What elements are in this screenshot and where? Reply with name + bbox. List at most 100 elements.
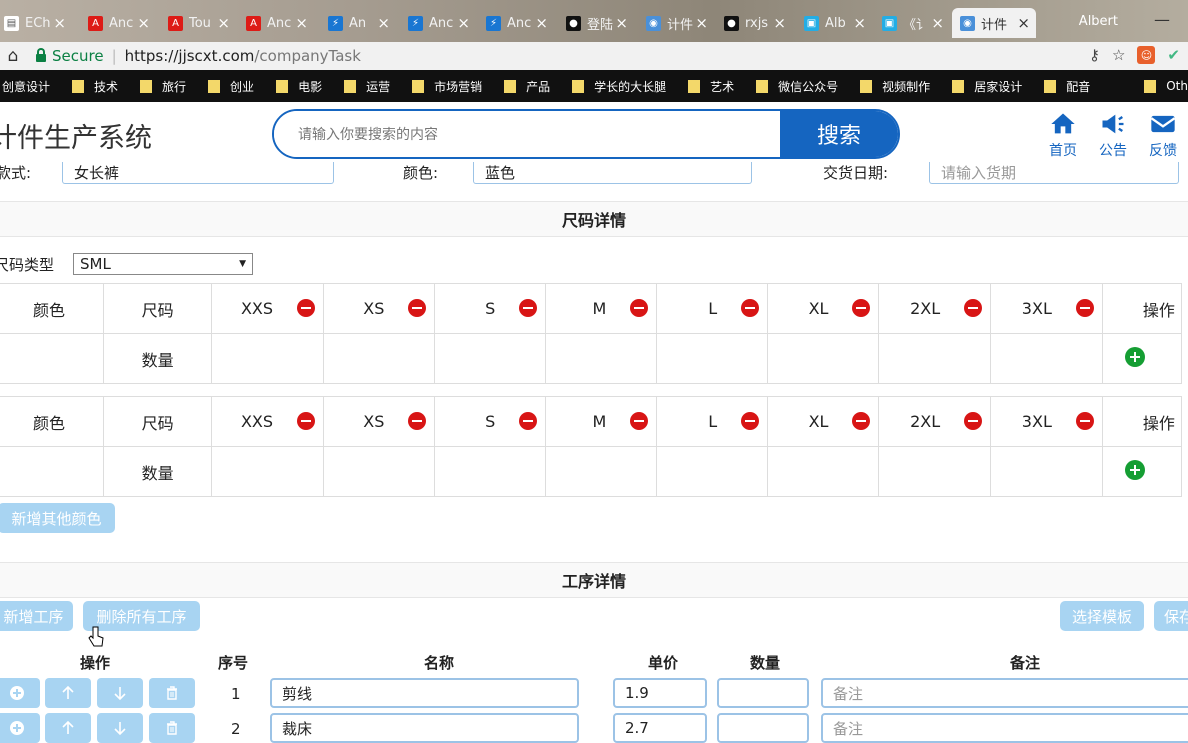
tab-close-icon[interactable]: × — [137, 14, 150, 32]
bookmark-folder[interactable]: 创意设计 — [2, 78, 50, 95]
insert-process-button[interactable] — [0, 678, 40, 708]
nav-announcement[interactable]: 公告 — [1088, 110, 1138, 160]
remove-size-icon[interactable] — [630, 412, 649, 430]
add-color-button[interactable]: 新增其他颜色 — [0, 503, 115, 533]
bookmark-folder[interactable]: 市场营销 — [412, 78, 482, 95]
bookmark-folder[interactable]: 居家设计 — [952, 78, 1022, 95]
qty-input-cell-2xl[interactable] — [878, 446, 992, 497]
bookmark-folder[interactable]: 创业 — [208, 78, 254, 95]
qty-input-cell-3xl[interactable] — [990, 446, 1103, 497]
bookmark-folder[interactable]: 运营 — [344, 78, 390, 95]
omnibox[interactable]: Secure | https://jjscxt.com/companyTask — [30, 44, 361, 68]
add-row-icon[interactable] — [1124, 459, 1145, 480]
save-button[interactable]: 保存 — [1154, 601, 1188, 631]
vue-devtools-icon[interactable]: ✔ — [1167, 46, 1180, 64]
bookmark-folder[interactable]: 微信公众号 — [756, 78, 838, 95]
qty-input-cell-xxs[interactable] — [211, 446, 325, 497]
qty-input-cell-xxs[interactable] — [211, 333, 325, 384]
move-down-button[interactable] — [97, 678, 143, 708]
move-down-button[interactable] — [97, 713, 143, 743]
secure-indicator[interactable]: Secure — [30, 47, 104, 65]
browser-tab[interactable]: A Anc × — [238, 8, 314, 38]
browser-tab[interactable]: ⚡ An × — [320, 8, 396, 38]
bookmark-folder[interactable]: 学长的大长腿 — [572, 78, 666, 95]
qty-input-cell-3xl[interactable] — [990, 333, 1103, 384]
tab-close-icon[interactable]: × — [1017, 14, 1030, 32]
size-type-select[interactable]: SML ▼ — [73, 253, 253, 275]
delete-process-button[interactable] — [149, 713, 195, 743]
qty-input-cell-xl[interactable] — [767, 333, 880, 384]
process-name-input[interactable]: 剪线 — [270, 678, 579, 708]
tab-close-icon[interactable]: × — [615, 14, 628, 32]
process-qty-input[interactable] — [717, 713, 809, 743]
color-input[interactable]: 蓝色 — [473, 162, 752, 184]
bookmark-folder[interactable]: 电影 — [276, 78, 322, 95]
remove-size-icon[interactable] — [408, 412, 427, 430]
tab-close-icon[interactable]: × — [931, 14, 944, 32]
qty-input-cell-s[interactable] — [434, 446, 547, 497]
remove-size-icon[interactable] — [519, 412, 538, 430]
star-icon[interactable]: ☆ — [1112, 46, 1125, 64]
insert-process-button[interactable] — [0, 713, 40, 743]
browser-tab[interactable]: ▤ ECh × — [0, 8, 72, 38]
remove-size-icon[interactable] — [964, 412, 983, 430]
add-process-button[interactable]: 新增工序 — [0, 601, 73, 631]
nav-feedback[interactable]: 反馈 — [1138, 110, 1188, 160]
delivery-date-input[interactable]: 请输入货期 — [929, 162, 1179, 184]
app-brand-title[interactable]: 计件生产系统 — [0, 116, 152, 155]
search-input[interactable] — [274, 111, 780, 157]
remove-size-icon[interactable] — [408, 299, 427, 317]
qty-input-cell-m[interactable] — [545, 333, 658, 384]
remove-size-icon[interactable] — [741, 299, 760, 317]
extension-icon[interactable]: ☺ — [1137, 46, 1156, 64]
home-icon[interactable]: ⌂ — [0, 46, 26, 66]
browser-tab[interactable]: ⚡ Anc × — [478, 8, 554, 38]
process-note-input[interactable]: 备注 — [821, 713, 1188, 743]
key-icon[interactable]: ⚷ — [1089, 46, 1100, 64]
qty-input-cell-xs[interactable] — [323, 446, 436, 497]
browser-tab[interactable]: ◉ 计件 × — [952, 8, 1036, 38]
browser-tab[interactable]: A Tou × — [160, 8, 236, 38]
qty-input-cell-xl[interactable] — [767, 446, 880, 497]
color-value-cell[interactable] — [0, 333, 105, 384]
qty-input-cell-xs[interactable] — [323, 333, 436, 384]
remove-size-icon[interactable] — [964, 299, 983, 317]
url-text[interactable]: https://jjscxt.com/companyTask — [125, 47, 361, 65]
bookmark-folder[interactable]: 视频制作 — [860, 78, 930, 95]
process-price-input[interactable]: 2.7 — [613, 713, 707, 743]
qty-input-cell-2xl[interactable] — [878, 333, 992, 384]
remove-size-icon[interactable] — [1075, 412, 1094, 430]
process-name-input[interactable]: 裁床 — [270, 713, 579, 743]
remove-size-icon[interactable] — [852, 299, 871, 317]
browser-tab[interactable]: ▣ 《讠 × — [874, 8, 950, 38]
nav-home[interactable]: 首页 — [1038, 110, 1088, 160]
remove-size-icon[interactable] — [519, 299, 538, 317]
qty-input-cell-l[interactable] — [656, 446, 769, 497]
tab-close-icon[interactable]: × — [53, 14, 66, 32]
browser-tab[interactable]: ⚡ Anc × — [400, 8, 476, 38]
bookmark-folder[interactable]: 配音 — [1044, 78, 1090, 95]
qty-input-cell-m[interactable] — [545, 446, 658, 497]
select-template-button[interactable]: 选择模板 — [1060, 601, 1144, 631]
browser-tab[interactable]: ▣ Alb × — [796, 8, 872, 38]
browser-user-name[interactable]: Albert — [1079, 14, 1118, 29]
bookmark-overflow[interactable]: Oth — [1144, 79, 1188, 93]
qty-input-cell-s[interactable] — [434, 333, 547, 384]
browser-tab[interactable]: ● rxjs × — [716, 8, 792, 38]
bookmark-folder[interactable]: 技术 — [72, 78, 118, 95]
move-up-button[interactable] — [45, 678, 91, 708]
tab-close-icon[interactable]: × — [853, 14, 866, 32]
window-minimize-button[interactable]: — — [1154, 10, 1170, 29]
qty-input-cell-l[interactable] — [656, 333, 769, 384]
bookmark-folder[interactable]: 产品 — [504, 78, 550, 95]
color-value-cell[interactable] — [0, 446, 105, 497]
tab-close-icon[interactable]: × — [217, 14, 230, 32]
tab-close-icon[interactable]: × — [457, 14, 470, 32]
tab-close-icon[interactable]: × — [695, 14, 708, 32]
process-price-input[interactable]: 1.9 — [613, 678, 707, 708]
tab-close-icon[interactable]: × — [773, 14, 786, 32]
tab-close-icon[interactable]: × — [295, 14, 308, 32]
delete-process-button[interactable] — [149, 678, 195, 708]
remove-size-icon[interactable] — [1075, 299, 1094, 317]
style-input[interactable]: 女长裤 — [62, 162, 334, 184]
